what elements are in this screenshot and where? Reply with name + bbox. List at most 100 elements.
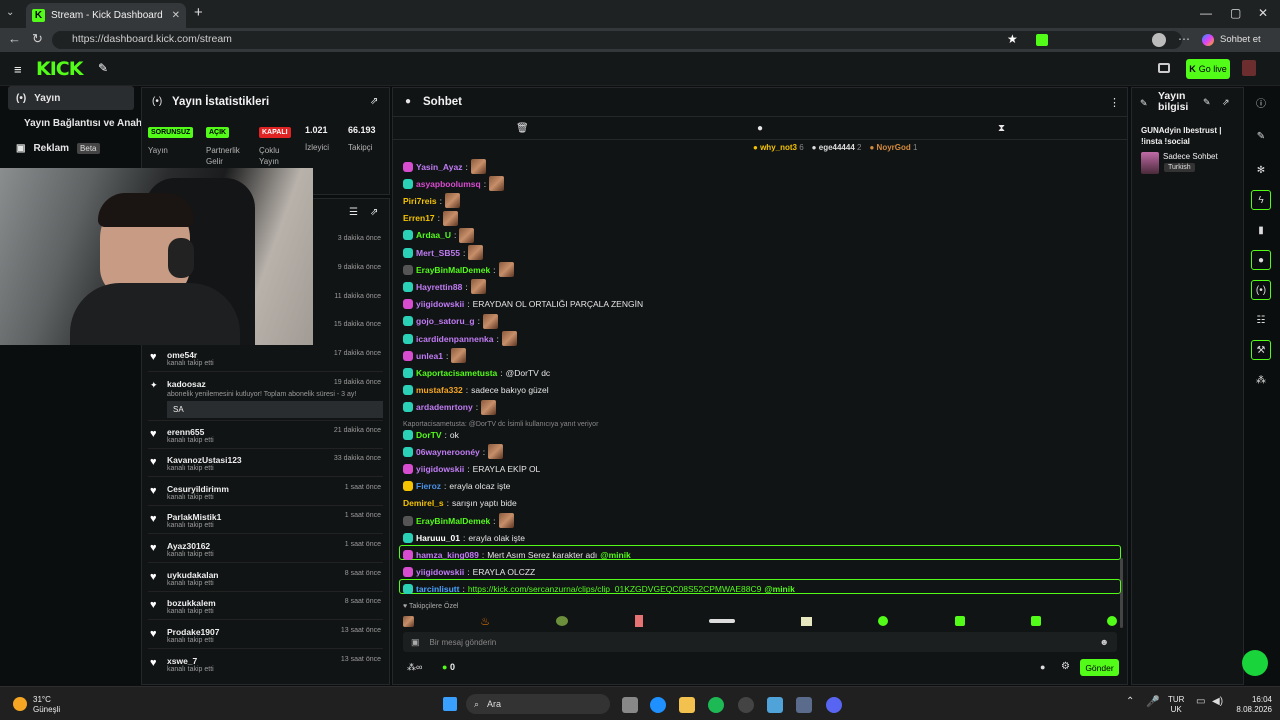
chat-username[interactable]: 06wayneroonéy (416, 447, 480, 457)
emote-icon[interactable] (489, 176, 505, 192)
chat-username[interactable]: yiigidowskii (416, 464, 464, 474)
clock[interactable]: 16:04 8.08.2026 (1232, 695, 1272, 715)
pin-icon[interactable]: ✎ (98, 61, 108, 75)
emote-icon[interactable] (470, 159, 486, 174)
task-view-icon[interactable] (622, 697, 638, 713)
emote-icon[interactable] (481, 399, 497, 415)
reload-icon[interactable]: ↻ (32, 31, 43, 47)
emote-icon[interactable] (498, 262, 514, 278)
chat-bubble-icon[interactable]: ● (757, 123, 763, 134)
users-icon[interactable]: ☷ (1251, 310, 1271, 330)
browser-tab[interactable]: K Stream - Kick Dashboard ✕ (26, 3, 186, 28)
chat-username[interactable]: ardademrtony (416, 402, 473, 412)
gifter-entry[interactable]: ● NoyrGod 1 (869, 143, 917, 152)
chat-username[interactable]: Ardaa_U (416, 230, 451, 240)
popout-icon[interactable]: ⇗ (370, 96, 378, 107)
info-icon[interactable]: ⓘ (1251, 92, 1271, 112)
emote-icon[interactable] (444, 193, 460, 209)
chat-link[interactable]: https://kick.com/sercanzurna/clips/clip_… (468, 584, 762, 594)
nav-item-yayin[interactable]: (•) Yayın (8, 86, 134, 110)
chat-username[interactable]: hamza_king089 (416, 550, 479, 560)
nav-item-reklam[interactable]: ▣ Reklam Beta (8, 136, 134, 160)
sun-weather-icon[interactable] (13, 697, 27, 711)
status-green-button[interactable] (1242, 650, 1268, 676)
chat-username[interactable]: DorTV (416, 430, 442, 440)
chat-username[interactable]: icardidenpannenka (416, 334, 493, 344)
smiley-icon[interactable]: ☻ (1100, 637, 1109, 647)
chat-username[interactable]: Erren17 (403, 213, 435, 223)
edit-icon[interactable]: ✎ (1251, 126, 1271, 146)
network-icon[interactable]: ▭ (1196, 696, 1205, 707)
bug-icon[interactable]: ✻ (1251, 160, 1271, 180)
lightning-icon[interactable]: ϟ (1251, 190, 1271, 210)
chat-username[interactable]: asyapboolumsq (416, 179, 481, 189)
broadcast-icon[interactable]: (•) (1251, 280, 1271, 300)
line-emote-icon[interactable] (708, 619, 735, 623)
photos-icon[interactable] (767, 697, 783, 713)
frog-emote-icon[interactable] (556, 616, 569, 626)
profile-avatar[interactable] (1152, 33, 1166, 47)
chat-username[interactable]: Mert_SB55 (416, 248, 460, 258)
emote-icon[interactable] (498, 513, 514, 528)
microphone-icon[interactable]: 🎤 (1146, 695, 1160, 708)
edit-icon[interactable]: ✎ (1203, 97, 1211, 108)
chat-username[interactable]: ErayBinMalDemek (416, 265, 490, 275)
stream-preview-icon[interactable] (1158, 63, 1170, 73)
emote-icon[interactable] (878, 616, 889, 626)
category-thumbnail[interactable] (1141, 152, 1159, 174)
trash-icon[interactable]: 🗑 (516, 123, 529, 134)
chat-username[interactable]: Kaportacisametusta (416, 368, 497, 378)
chat-username[interactable]: Demirel_s (403, 498, 444, 508)
copilot-label[interactable]: Sohbet et (1220, 34, 1261, 45)
send-button[interactable]: Gönder (1080, 659, 1119, 676)
chat-username[interactable]: Haruuu_01 (416, 533, 460, 543)
maximize-icon[interactable]: ▢ (1230, 6, 1241, 20)
chat-icon[interactable]: ● (1251, 250, 1271, 270)
spotify-icon[interactable] (708, 697, 724, 713)
back-icon[interactable]: ← (8, 31, 21, 46)
kick-extension-icon[interactable] (1036, 34, 1048, 46)
tab-list-icon[interactable]: ⌄ (6, 7, 14, 18)
chat-options-icon[interactable]: ⋮ (1109, 96, 1120, 109)
tray-chevron-icon[interactable]: ⌃ (1126, 696, 1134, 707)
wrench-icon[interactable]: ⚒ (1251, 340, 1271, 360)
emote-icon[interactable] (470, 279, 486, 295)
file-explorer-icon[interactable] (679, 697, 695, 713)
emote-icon[interactable] (488, 444, 504, 460)
copilot-icon[interactable] (1202, 34, 1214, 46)
gifter-entry[interactable]: ● ege44444 2 (812, 143, 862, 152)
gifter-entry[interactable]: ● why_not3 6 (753, 143, 804, 152)
emote-icon[interactable] (443, 210, 459, 226)
hourglass-icon[interactable]: ⧗ (998, 123, 1005, 134)
note-icon[interactable]: ▮ (1251, 220, 1271, 240)
hamburger-menu-icon[interactable]: ≡ (14, 62, 22, 77)
weather-widget[interactable]: 31°C Güneşli (33, 695, 60, 715)
app-icon[interactable] (796, 697, 812, 713)
filter-icon[interactable]: ☰ (349, 207, 358, 218)
volume-icon[interactable]: ◀) (1212, 696, 1223, 707)
popout-icon[interactable]: ⇗ (1222, 97, 1230, 108)
edge-icon[interactable] (650, 697, 666, 713)
chat-username[interactable]: yiigidowskii (416, 567, 464, 577)
fire-emote-icon[interactable]: ♨ (480, 615, 490, 628)
close-window-icon[interactable]: ✕ (1258, 6, 1268, 20)
chat-username[interactable]: unlea1 (416, 351, 443, 361)
chat-username[interactable]: Yasin_Ayaz (416, 162, 462, 172)
bookmark-star-icon[interactable]: ★ (1007, 32, 1018, 46)
more-menu-icon[interactable]: ⋯ (1178, 32, 1190, 46)
steam-icon[interactable] (738, 697, 754, 713)
chat-username[interactable]: tarcinlisutt (416, 584, 459, 594)
minimize-icon[interactable]: — (1200, 6, 1212, 20)
emote-icon[interactable] (403, 615, 414, 627)
settings-gear-icon[interactable]: ⚙ (1061, 661, 1070, 672)
emote-picker-icon[interactable]: ▣ (411, 637, 420, 648)
new-tab-icon[interactable]: + (194, 4, 203, 21)
chat-username[interactable]: mustafa332 (416, 385, 463, 395)
chat-mention[interactable]: @minik (764, 584, 795, 594)
chat-username[interactable]: Piri7reis (403, 196, 437, 206)
chat-input[interactable]: ▣ Bir mesaj gönderin ☻ (403, 632, 1117, 652)
chat-bubble-icon[interactable]: ● (1040, 662, 1045, 672)
popout-icon[interactable]: ⇗ (370, 207, 378, 218)
emote-icon[interactable] (954, 616, 965, 626)
kick-logo[interactable]: KICK (36, 58, 83, 80)
